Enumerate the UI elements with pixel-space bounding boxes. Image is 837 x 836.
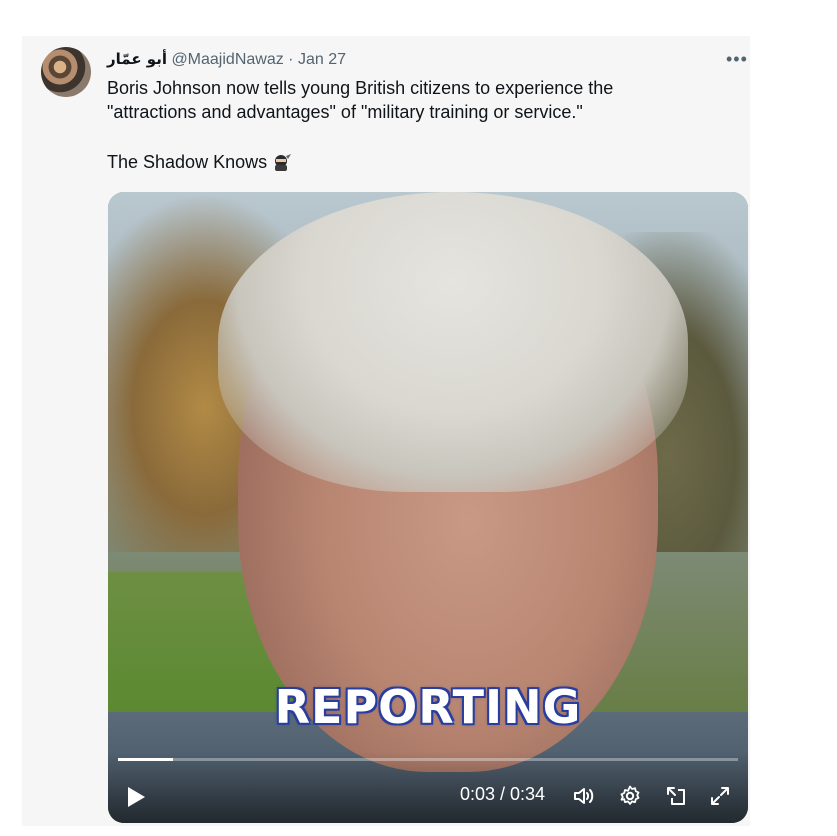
display-name[interactable]: أبو عمّار — [107, 50, 167, 68]
progress-bar[interactable] — [118, 758, 738, 761]
video-caption: REPORTING — [274, 680, 582, 734]
hair — [218, 192, 688, 492]
volume-icon[interactable] — [572, 784, 596, 808]
tweet-text-line2: The Shadow Knows — [107, 150, 707, 174]
video-player[interactable]: REPORTING 0:03 / 0:34 — [108, 192, 748, 823]
tweet-header: أبو عمّار @MaajidNawaz · Jan 27 — [107, 50, 346, 69]
separator: · — [288, 51, 294, 68]
pip-icon[interactable] — [664, 784, 688, 808]
tweet-date[interactable]: Jan 27 — [298, 51, 346, 68]
more-options-icon[interactable]: ••• — [726, 49, 748, 70]
handle[interactable]: @MaajidNawaz — [171, 51, 283, 68]
tweet-text-line2-text: The Shadow Knows — [107, 152, 268, 172]
time-display: 0:03 / 0:34 — [460, 784, 546, 804]
settings-icon[interactable] — [618, 784, 642, 808]
ninja-icon — [275, 154, 292, 171]
video-controls — [108, 751, 748, 823]
fullscreen-icon[interactable] — [708, 784, 732, 808]
play-icon[interactable] — [128, 787, 145, 807]
tweet-text: Boris Johnson now tells young British ci… — [107, 76, 707, 174]
progress-fill — [118, 758, 173, 761]
avatar[interactable] — [41, 47, 91, 97]
tweet-text-line1: Boris Johnson now tells young British ci… — [107, 78, 614, 122]
